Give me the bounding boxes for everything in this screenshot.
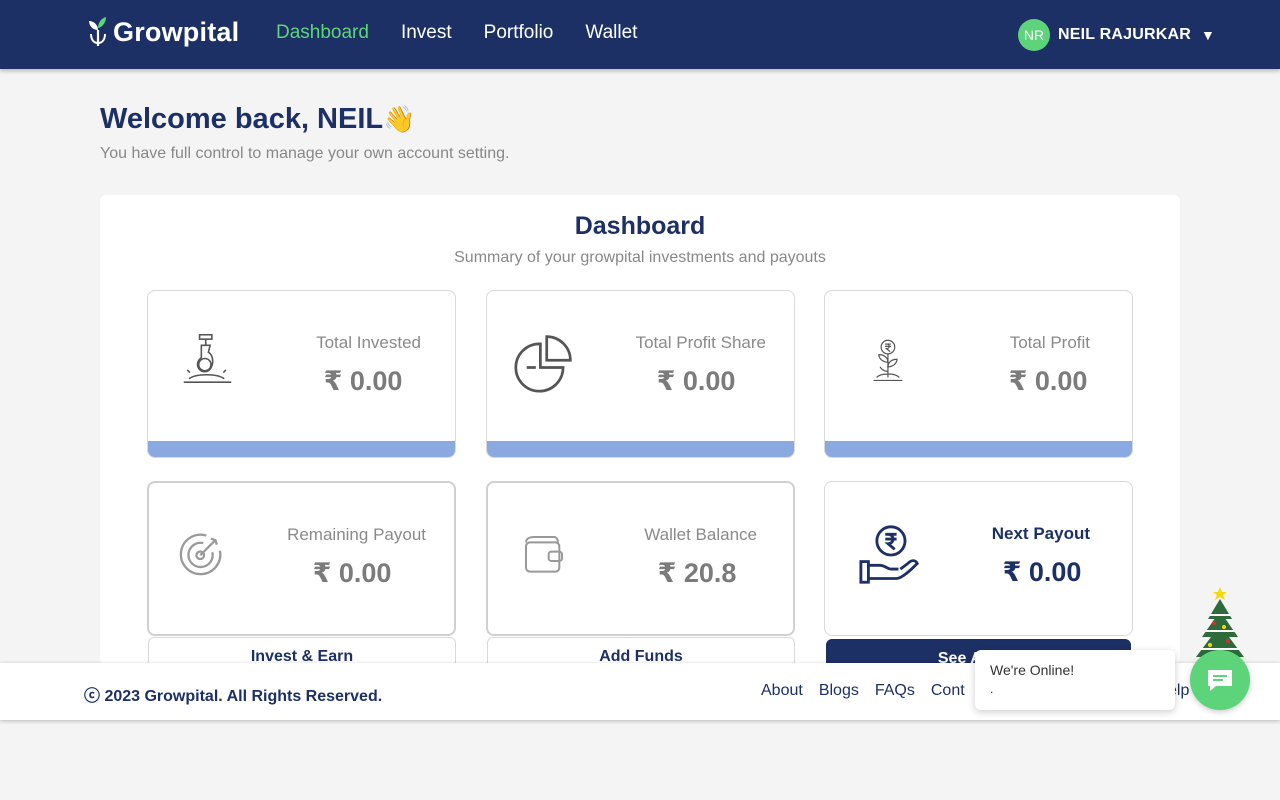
stat-label: Total Invested — [316, 333, 421, 352]
target-icon — [179, 533, 222, 576]
sprout-logo-icon — [89, 17, 106, 46]
chat-icon — [1208, 670, 1232, 691]
footer-link-blogs[interactable]: Blogs — [819, 682, 859, 700]
growpital-logo[interactable]: Growpital — [86, 16, 239, 48]
user-name: NEIL RAJURKAR — [1058, 26, 1191, 43]
stat-value: ₹ 0.00 — [656, 366, 736, 396]
brand-name: Growpital — [113, 16, 240, 47]
stat-label: Next Payout — [991, 524, 1090, 543]
investment-plant-icon — [183, 333, 232, 384]
stat-wallet-balance: Wallet Balance ₹ 20.8 — [486, 481, 795, 636]
nav-invest[interactable]: Invest — [401, 22, 452, 44]
stat-value: ₹ 0.00 — [312, 558, 392, 588]
stat-label: Total Profit Share — [635, 333, 766, 352]
welcome-text: Welcome back, NEIL — [100, 103, 384, 135]
chat-popup[interactable]: We're Online! . — [975, 650, 1175, 710]
footer-link-about[interactable]: About — [761, 682, 803, 700]
stat-value: ₹ 0.00 — [1008, 366, 1088, 396]
stat-value: ₹ 0.00 — [323, 366, 403, 396]
stat-remaining-payout: Remaining Payout ₹ 0.00 — [147, 481, 456, 636]
nav-portfolio[interactable]: Portfolio — [484, 22, 554, 44]
dashboard-subtitle: Summary of your growpital investments an… — [454, 249, 826, 266]
nav-wallet[interactable]: Wallet — [585, 22, 637, 44]
stat-bar — [825, 441, 1132, 457]
stat-total-profit: Total Profit ₹ 0.00 — [824, 290, 1133, 458]
pie-chart-icon — [514, 335, 572, 393]
dashboard-title: Dashboard — [574, 212, 706, 240]
chat-title: We're Online! — [990, 662, 1075, 678]
rupee-plant-icon — [873, 339, 903, 382]
stat-total-profit-share: Total Profit Share ₹ 0.00 — [486, 290, 795, 458]
stat-label: Wallet Balance — [644, 525, 757, 544]
welcome-heading: Welcome back, NEIL👋 — [100, 103, 416, 136]
stat-value: ₹ 20.8 — [657, 558, 737, 588]
hand-rupee-icon — [859, 525, 919, 584]
welcome-subtitle: You have full control to manage your own… — [100, 145, 510, 162]
user-menu[interactable]: NR NEIL RAJURKAR ▼ — [1018, 19, 1215, 51]
stat-label: Total Profit — [1009, 333, 1090, 352]
avatar: NR — [1018, 19, 1050, 51]
footer-link-faqs[interactable]: FAQs — [875, 682, 915, 700]
chat-launcher-button[interactable] — [1190, 650, 1250, 710]
main-nav: Dashboard Invest Portfolio Wallet — [276, 22, 669, 44]
stat-next-payout: Next Payout ₹ 0.00 — [824, 481, 1133, 636]
stat-value: ₹ 0.00 — [1002, 557, 1082, 587]
stat-bar — [148, 441, 455, 457]
chat-status: . — [990, 682, 994, 696]
top-navbar: Growpital Dashboard Invest Portfolio Wal… — [0, 0, 1280, 69]
dashboard-card: Dashboard Summary of your growpital inve… — [100, 195, 1180, 669]
stat-label: Remaining Payout — [287, 525, 426, 544]
stat-bar — [487, 441, 794, 457]
waving-hand-icon: 👋 — [383, 104, 416, 134]
footer-link-contact[interactable]: Cont — [931, 682, 965, 700]
caret-down-icon: ▼ — [1200, 27, 1215, 43]
footer-links: About Blogs FAQs Cont — [761, 682, 981, 700]
wallet-icon — [525, 536, 563, 573]
copyright: ⓒ 2023 Growpital. All Rights Reserved. — [84, 688, 383, 705]
stat-total-invested: Total Invested ₹ 0.00 — [147, 290, 456, 458]
nav-dashboard[interactable]: Dashboard — [276, 22, 369, 44]
